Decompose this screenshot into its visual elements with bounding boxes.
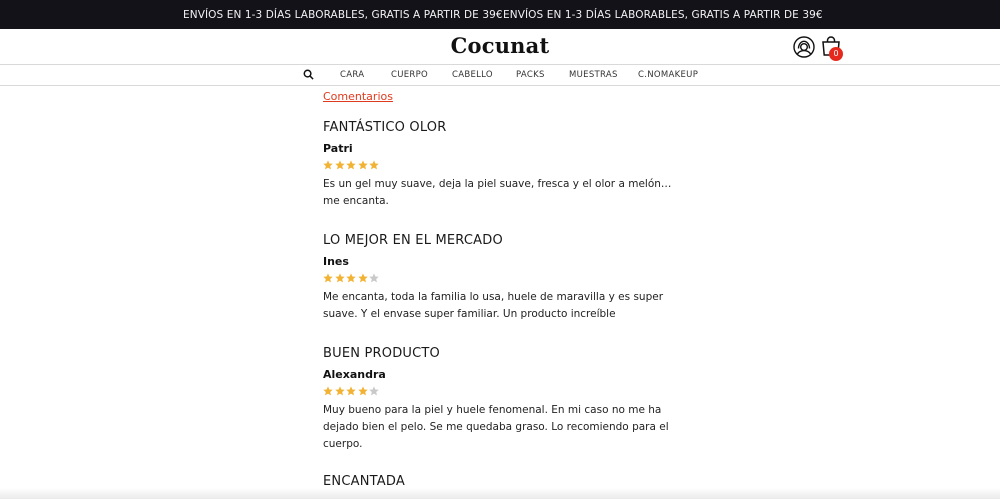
cart-count-badge: 0: [829, 47, 843, 61]
search-icon[interactable]: [303, 69, 314, 80]
logo[interactable]: Cocunat: [0, 33, 1000, 58]
star-empty-icon: [369, 386, 379, 396]
star-filled-icon: [357, 160, 368, 170]
promo-text: ENVÍOS EN 1-3 DÍAS LABORABLES, GRATIS A …: [183, 9, 503, 21]
nav-item-cara[interactable]: CARA: [340, 70, 364, 80]
nav-item-cuerpo[interactable]: CUERPO: [391, 70, 428, 80]
review-author: Patri: [323, 142, 353, 155]
nav-item-cnomakeup[interactable]: C.NOMAKEUP: [638, 70, 698, 80]
star-filled-icon: [369, 160, 379, 170]
star-filled-icon: [357, 386, 368, 396]
star-rating: [323, 273, 381, 285]
review-text: Es un gel muy suave, deja la piel suave,…: [323, 178, 672, 207]
nav-item-muestras[interactable]: MUESTRAS: [569, 70, 618, 80]
star-filled-icon: [323, 273, 333, 283]
review-title: ENCANTADA: [323, 474, 405, 489]
review-title: LO MEJOR EN EL MERCADO: [323, 233, 503, 248]
site-header: Cocunat 0: [0, 29, 1000, 65]
star-filled-icon: [334, 386, 345, 396]
main-nav: CARA CUERPO CABELLO PACKS MUESTRAS C.NOM…: [0, 65, 1000, 86]
account-icon[interactable]: [792, 35, 816, 59]
review-title: BUEN PRODUCTO: [323, 346, 440, 361]
star-filled-icon: [346, 273, 356, 283]
star-filled-icon: [346, 386, 356, 396]
review-author: Ines: [323, 255, 349, 268]
star-rating: [323, 160, 381, 172]
star-filled-icon: [357, 273, 368, 283]
star-filled-icon: [334, 273, 345, 283]
star-filled-icon: [323, 386, 333, 396]
review-author: Alexandra: [323, 368, 386, 381]
star-filled-icon: [346, 160, 356, 170]
star-rating: [323, 386, 381, 398]
review-text: Muy bueno para la piel y huele fenomenal…: [323, 404, 669, 450]
promo-text: ENVÍOS EN 1-3 DÍAS LABORABLES, GRATIS A …: [503, 9, 823, 21]
review-text: Me encanta, toda la familia lo usa, huel…: [323, 291, 664, 320]
comments-tab-link[interactable]: Comentarios: [323, 90, 393, 103]
nav-item-cabello[interactable]: CABELLO: [452, 70, 493, 80]
promo-bar: ENVÍOS EN 1-3 DÍAS LABORABLES, GRATIS A …: [0, 0, 1000, 29]
star-filled-icon: [323, 160, 333, 170]
nav-item-packs[interactable]: PACKS: [516, 70, 545, 80]
bottom-shadow: [0, 488, 1000, 499]
review-title: FANTÁSTICO OLOR: [323, 120, 447, 135]
star-filled-icon: [334, 160, 345, 170]
star-empty-icon: [369, 273, 379, 283]
